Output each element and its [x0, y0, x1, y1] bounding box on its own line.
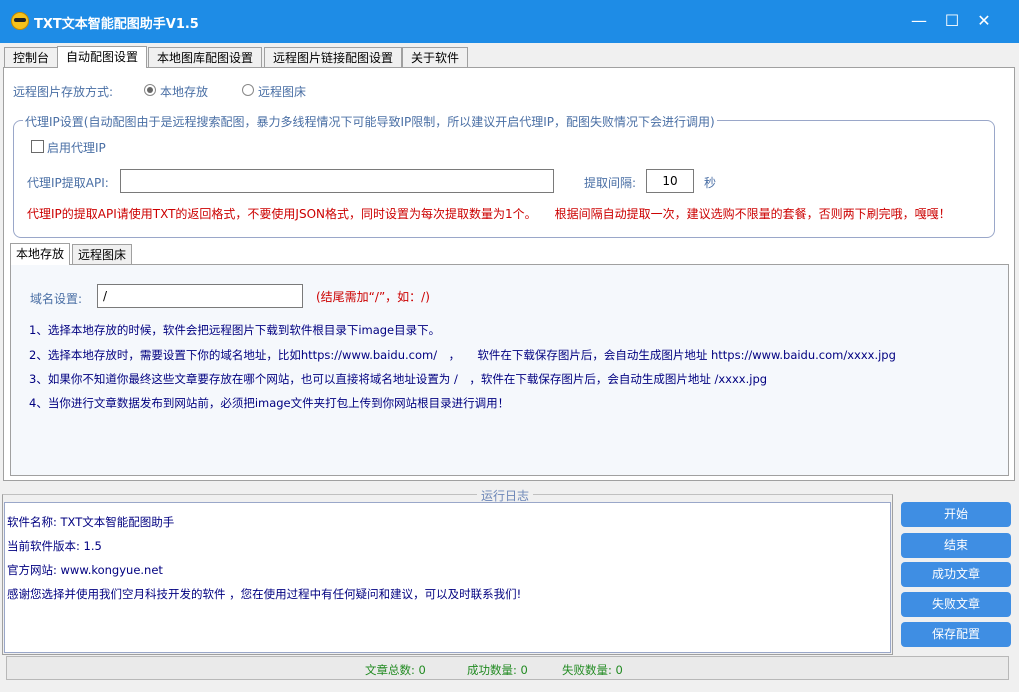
proxy-settings-group: 代理IP设置(自动配图由于是远程搜索配图，暴力多线程情况下可能导致IP限制，所以… — [13, 113, 995, 238]
app-logo-icon — [11, 12, 29, 30]
instruction-2: 2、选择本地存放时，需要设置下你的域名地址，比如https://www.baid… — [29, 348, 896, 362]
domain-input[interactable]: / — [97, 284, 303, 308]
log-line: 感谢您选择并使用我们空月科技开发的软件 ，您在使用过程中有任何疑问和建议，可以及… — [7, 587, 522, 601]
failed-articles-button[interactable]: 失败文章 — [901, 592, 1011, 617]
enable-proxy-checkbox[interactable] — [31, 140, 44, 153]
instruction-1: 1、选择本地存放的时候，软件会把远程图片下载到软件根目录下image目录下。 — [29, 323, 441, 337]
stop-button[interactable]: 结束 — [901, 533, 1011, 558]
save-config-button[interactable]: 保存配置 — [901, 622, 1011, 647]
total-count: 文章总数: 0 — [365, 663, 426, 677]
log-line: 当前软件版本: 1.5 — [7, 539, 102, 553]
tab-about[interactable]: 关于软件 — [402, 47, 469, 67]
auto-image-panel: 远程图片存放方式: 本地存放 远程图床 代理IP设置(自动配图由于是远程搜索配图… — [3, 67, 1015, 481]
status-bar: 文章总数: 0 成功数量: 0 失败数量: 0 — [6, 656, 1009, 680]
success-articles-button[interactable]: 成功文章 — [901, 562, 1011, 587]
interval-label: 提取间隔: — [584, 176, 637, 190]
proxy-api-label: 代理IP提取API: — [27, 176, 109, 190]
local-storage-panel: 域名设置: / (结尾需加“/”，如：/) 1、选择本地存放的时候，软件会把远程… — [10, 264, 1009, 476]
enable-proxy-label[interactable]: 启用代理IP — [47, 139, 106, 156]
interval-input[interactable]: 10 — [646, 169, 694, 193]
proxy-settings-legend: 代理IP设置(自动配图由于是远程搜索配图，暴力多线程情况下可能导致IP限制，所以… — [23, 113, 717, 130]
radio-remote-storage[interactable] — [242, 84, 254, 96]
radio-remote-storage-label[interactable]: 远程图床 — [258, 83, 306, 100]
tab-auto-image[interactable]: 自动配图设置 — [57, 46, 148, 68]
title-bar: TXT文本智能配图助手V1.5 — ☐ ✕ — [0, 0, 1019, 43]
instruction-4: 4、当你进行文章数据发布到网站前，必须把image文件夹打包上传到你网站根目录进… — [29, 396, 510, 410]
interval-unit-label: 秒 — [704, 176, 717, 190]
success-count: 成功数量: 0 — [467, 663, 528, 677]
tab-remote-link[interactable]: 远程图片链接配图设置 — [264, 47, 403, 67]
domain-label: 域名设置: — [30, 292, 83, 306]
proxy-api-input[interactable] — [120, 169, 554, 193]
tab-console[interactable]: 控制台 — [4, 47, 59, 67]
start-button[interactable]: 开始 — [901, 502, 1011, 527]
log-textbox[interactable]: 软件名称: TXT文本智能配图助手 当前软件版本: 1.5 官方网站: www.… — [4, 502, 891, 653]
tab-local-library[interactable]: 本地图库配图设置 — [148, 47, 263, 67]
subtab-local[interactable]: 本地存放 — [10, 243, 71, 265]
fail-count: 失败数量: 0 — [562, 663, 623, 677]
main-tabs: 控制台 自动配图设置 本地图库配图设置 远程图片链接配图设置 关于软件 — [0, 46, 1019, 68]
log-line: 软件名称: TXT文本智能配图助手 — [7, 515, 175, 529]
domain-hint-text: (结尾需加“/”，如：/) — [316, 290, 430, 304]
window-title: TXT文本智能配图助手V1.5 — [34, 17, 199, 32]
subtab-remote[interactable]: 远程图床 — [72, 244, 133, 264]
storage-mode-label: 远程图片存放方式: — [13, 85, 114, 99]
close-button[interactable]: ✕ — [969, 8, 999, 34]
radio-local-storage-label[interactable]: 本地存放 — [160, 83, 208, 100]
proxy-warning-text: 代理IP的提取API请使用TXT的返回格式，不要使用JSON格式，同时设置为每次… — [27, 207, 951, 221]
log-line: 官方网站: www.kongyue.net — [7, 563, 163, 577]
radio-local-storage[interactable] — [144, 84, 156, 96]
instruction-3: 3、如果你不知道你最终这些文章要存放在哪个网站，也可以直接将域名地址设置为 / … — [29, 372, 768, 386]
maximize-button[interactable]: ☐ — [937, 8, 967, 34]
minimize-button[interactable]: — — [904, 8, 934, 34]
